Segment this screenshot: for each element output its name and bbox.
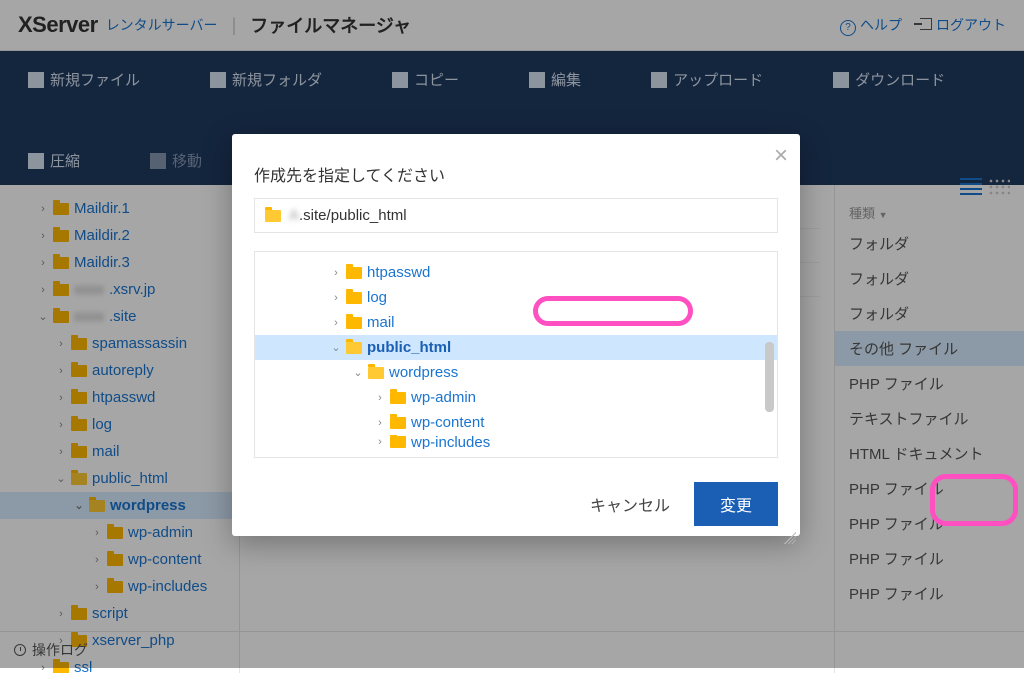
path-display: A.site/public_html <box>254 198 778 233</box>
ok-button[interactable]: 変更 <box>694 482 778 526</box>
modal-tree-item-log[interactable]: ›log <box>255 285 777 310</box>
close-button[interactable]: × <box>774 142 788 170</box>
folder-icon <box>390 417 406 429</box>
modal-tree-item-wp-admin[interactable]: ›wp-admin <box>255 385 777 410</box>
folder-icon <box>346 342 362 354</box>
folder-icon <box>265 210 281 222</box>
destination-modal: × 作成先を指定してください A.site/public_html ›htpas… <box>232 134 800 536</box>
modal-tree-item-public_html[interactable]: ⌄public_html <box>255 335 777 360</box>
folder-icon <box>346 267 362 279</box>
scrollbar[interactable] <box>765 342 774 412</box>
modal-tree-item-wordpress[interactable]: ⌄wordpress <box>255 360 777 385</box>
resize-handle[interactable] <box>784 532 796 544</box>
modal-tree-item-mail[interactable]: ›mail <box>255 310 777 335</box>
cancel-button[interactable]: キャンセル <box>590 492 670 516</box>
modal-tree-item-wp-includes[interactable]: ›wp-includes <box>255 435 777 449</box>
modal-tree-item-wp-content[interactable]: ›wp-content <box>255 410 777 435</box>
folder-icon <box>368 367 384 379</box>
folder-icon <box>346 317 362 329</box>
modal-tree-item-htpasswd[interactable]: ›htpasswd <box>255 260 777 285</box>
folder-icon <box>390 392 406 404</box>
modal-tree: ›htpasswd›log›mail⌄public_html⌄wordpress… <box>254 251 778 458</box>
folder-icon <box>390 436 406 448</box>
folder-icon <box>346 292 362 304</box>
modal-prompt: 作成先を指定してください <box>254 162 778 186</box>
